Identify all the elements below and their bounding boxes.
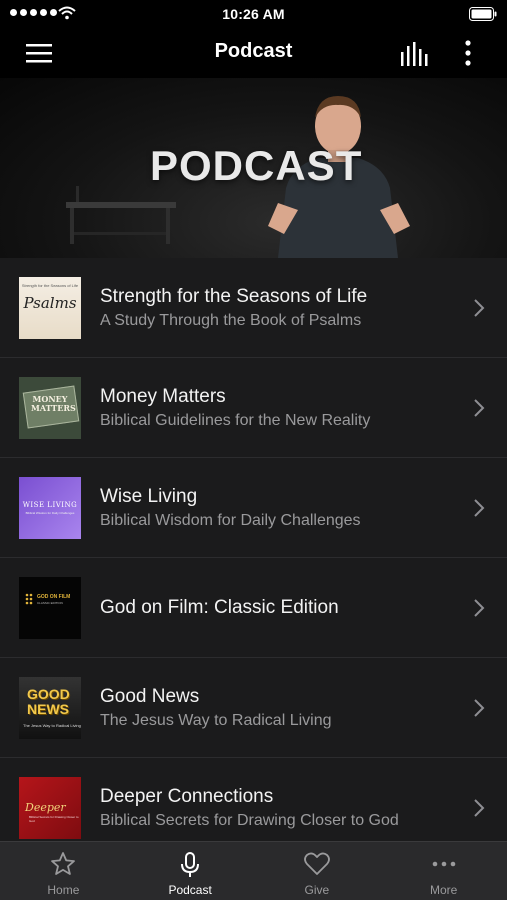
hero-banner: PODCAST bbox=[0, 78, 507, 258]
chevron-right-icon bbox=[474, 299, 485, 317]
podcast-list: Strength for the Seasons of Life Psalms … bbox=[0, 258, 507, 841]
tab-give[interactable]: Give bbox=[254, 842, 381, 900]
list-item-title: Deeper Connections bbox=[100, 786, 274, 807]
list-item-title: Money Matters bbox=[100, 386, 226, 407]
list-item-subtitle: Biblical Wisdom for Daily Challenges bbox=[100, 512, 361, 529]
list-item[interactable]: WISE LIVING Biblical Wisdom for Daily Ch… bbox=[0, 458, 507, 558]
list-item-subtitle: Biblical Secrets for Drawing Closer to G… bbox=[100, 812, 399, 829]
chevron-right-icon bbox=[474, 499, 485, 517]
list-item-title: Strength for the Seasons of Life bbox=[100, 286, 368, 307]
stage-prop bbox=[66, 186, 176, 244]
tab-home[interactable]: Home bbox=[0, 842, 127, 900]
list-item[interactable]: GOD ON FILM CLASSIC EDITION God on Film:… bbox=[0, 558, 507, 658]
tab-label: Podcast bbox=[168, 883, 212, 897]
chevron-right-icon bbox=[474, 699, 485, 717]
chevron-right-icon bbox=[474, 799, 485, 817]
series-artwork: Deeper Biblical Secrets for Drawing Clos… bbox=[19, 777, 81, 839]
hero-title: PODCAST bbox=[150, 142, 363, 189]
battery-icon bbox=[469, 7, 497, 21]
list-item-subtitle: Biblical Guidelines for the New Reality bbox=[100, 412, 371, 429]
tab-label: More bbox=[429, 883, 458, 897]
list-item[interactable]: Deeper Biblical Secrets for Drawing Clos… bbox=[0, 758, 507, 841]
now-playing-icon[interactable] bbox=[398, 40, 432, 68]
list-item-title: Wise Living bbox=[100, 486, 198, 507]
series-artwork: GOD ON FILM CLASSIC EDITION bbox=[19, 577, 81, 639]
microphone-icon bbox=[181, 852, 200, 877]
tab-label: Home bbox=[47, 883, 80, 897]
list-item[interactable]: GOOD NEWS The Jesus Way to Radical Livin… bbox=[0, 658, 507, 758]
star-icon bbox=[51, 852, 76, 875]
list-item[interactable]: MONEY MATTERS Money Matters Biblical Gui… bbox=[0, 358, 507, 458]
list-item-title: God on Film: Classic Edition bbox=[100, 597, 339, 618]
tab-more[interactable]: More bbox=[380, 842, 507, 900]
status-bar: 10:26 AM bbox=[0, 0, 507, 28]
chevron-right-icon bbox=[474, 399, 485, 417]
heart-icon bbox=[303, 852, 330, 875]
tab-bar: Home Podcast Give More bbox=[0, 841, 507, 900]
status-time: 10:26 AM bbox=[222, 6, 285, 22]
series-artwork: MONEY MATTERS bbox=[19, 377, 81, 439]
tab-podcast[interactable]: Podcast bbox=[127, 842, 254, 900]
chevron-right-icon bbox=[474, 599, 485, 617]
list-item-title: Good News bbox=[100, 686, 200, 707]
more-vertical-icon[interactable] bbox=[456, 38, 480, 68]
navigation-bar: Podcast bbox=[0, 28, 507, 78]
series-artwork: WISE LIVING Biblical Wisdom for Daily Ch… bbox=[19, 477, 81, 539]
tab-label: Give bbox=[304, 883, 330, 897]
list-item[interactable]: Strength for the Seasons of Life Psalms … bbox=[0, 258, 507, 358]
more-horizontal-icon bbox=[432, 861, 455, 867]
list-item-subtitle: The Jesus Way to Radical Living bbox=[100, 712, 332, 729]
list-item-subtitle: A Study Through the Book of Psalms bbox=[100, 312, 362, 329]
series-artwork: Strength for the Seasons of Life Psalms bbox=[19, 277, 81, 339]
series-artwork: GOOD NEWS The Jesus Way to Radical Livin… bbox=[19, 677, 81, 739]
